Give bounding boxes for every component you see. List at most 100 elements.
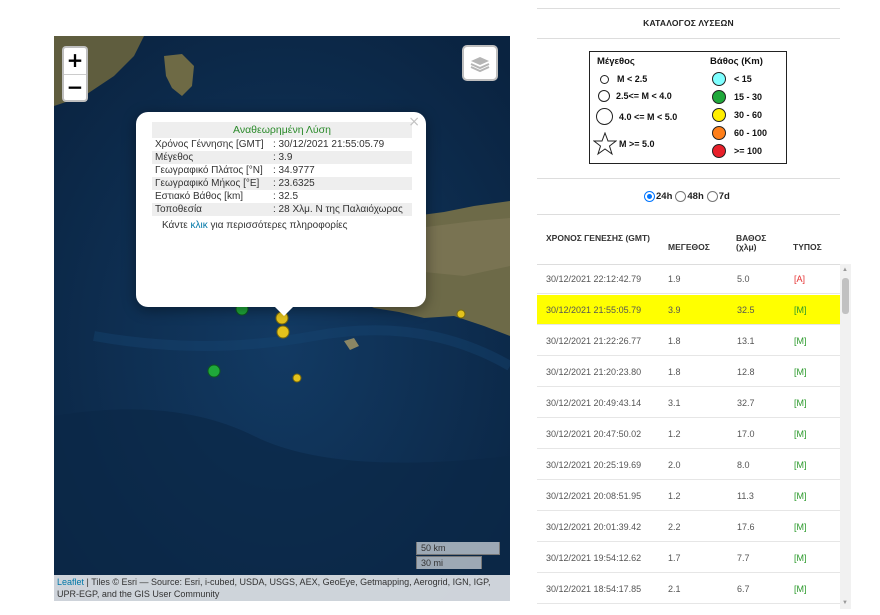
magnitude-circle-icon bbox=[596, 108, 613, 125]
popup-value: : 3.9 bbox=[270, 151, 412, 164]
cell-type: [M] bbox=[794, 429, 807, 439]
legend-mag-label: M >= 5.0 bbox=[619, 139, 655, 149]
more-prefix: Κάντε bbox=[162, 220, 191, 231]
cell-depth: 32.7 bbox=[737, 398, 755, 408]
zoom-in-button[interactable]: + bbox=[64, 48, 86, 74]
cell-depth: 17.0 bbox=[737, 429, 755, 439]
radio-24h[interactable] bbox=[644, 191, 655, 202]
catalog-title: ΚΑΤΑΛΟΓΟΣ ΛΥΣΕΩΝ bbox=[643, 18, 734, 28]
radio-7d[interactable] bbox=[706, 191, 718, 202]
layers-icon bbox=[470, 57, 490, 73]
map-attribution: Leaflet | Tiles © Esri — Source: Esri, i… bbox=[54, 575, 510, 601]
cell-magnitude: 2.2 bbox=[668, 522, 681, 532]
legend-depth-label: 30 - 60 bbox=[734, 110, 763, 120]
popup-details-table: Αναθεωρημένη Λύση Χρόνος Γέννησης [GMT]:… bbox=[152, 122, 412, 216]
popup-value: : 34.9777 bbox=[273, 165, 315, 176]
legend-mag-label: M < 2.5 bbox=[617, 74, 648, 84]
cell-type: [M] bbox=[794, 553, 807, 563]
table-row[interactable]: 30/12/2021 19:54:12.62 1.7 7.7 [M] bbox=[537, 543, 840, 573]
leaflet-link[interactable]: Leaflet bbox=[57, 577, 84, 587]
zoom-control: + − bbox=[62, 46, 88, 102]
catalog-panel: ΚΑΤΑΛΟΓΟΣ ΛΥΣΕΩΝ Μέγεθος Βάθος (Km) M < … bbox=[537, 0, 851, 615]
legend-mag-label: 4.0 <= M < 5.0 bbox=[619, 111, 678, 122]
cell-depth: 11.3 bbox=[737, 491, 754, 501]
cell-time: 30/12/2021 20:49:43.14 bbox=[546, 398, 642, 408]
magnitude-circle-icon bbox=[598, 90, 610, 102]
cell-type: [M] bbox=[794, 584, 807, 594]
popup-value: : 32.5 bbox=[273, 191, 299, 202]
cell-magnitude: 3.1 bbox=[668, 398, 681, 408]
scroll-up-icon[interactable]: ▲ bbox=[842, 267, 848, 273]
map-scale: 50 km 30 mi bbox=[416, 541, 500, 569]
cell-depth: 17.6 bbox=[737, 522, 755, 532]
popup-title: Αναθεωρημένη Λύση bbox=[152, 122, 412, 138]
popup-value: : 30/12/2021 21:55:05.79 bbox=[273, 139, 385, 150]
star-icon bbox=[593, 132, 617, 156]
divider bbox=[537, 8, 840, 9]
scale-km: 50 km bbox=[416, 542, 500, 555]
cell-time: 30/12/2021 21:20:23.80 bbox=[546, 367, 642, 377]
col-header-time: ΧΡΟΝΟΣ ΓΕΝΕΣΗΣ (GMT) bbox=[546, 233, 650, 243]
cell-time: 30/12/2021 19:54:12.62 bbox=[546, 553, 642, 563]
cell-depth: 5.0 bbox=[737, 274, 750, 284]
cell-time: 30/12/2021 18:54:17.85 bbox=[546, 584, 642, 594]
popup-label: Εστιακό Βάθος [km] bbox=[155, 191, 244, 202]
cell-type: [M] bbox=[794, 305, 807, 315]
cell-magnitude: 1.8 bbox=[668, 336, 681, 346]
radio-7d-label: 7d bbox=[718, 191, 730, 202]
scale-mi: 30 mi bbox=[416, 556, 482, 569]
magnitude-circle-icon bbox=[600, 74, 609, 84]
cell-type: [M] bbox=[794, 336, 807, 346]
cell-type: [M] bbox=[794, 460, 807, 470]
table-row[interactable]: 30/12/2021 20:01:39.42 2.2 17.6 [M] bbox=[537, 512, 840, 542]
cell-magnitude: 1.2 bbox=[668, 491, 681, 501]
layers-button[interactable] bbox=[462, 45, 498, 81]
depth-color-icon bbox=[712, 72, 726, 86]
depth-color-icon bbox=[712, 108, 726, 122]
legend-box: Μέγεθος Βάθος (Km) M < 2.5 2.5<= M < 4.0… bbox=[589, 51, 787, 164]
legend-depth-label: 60 - 100 bbox=[734, 128, 768, 138]
table-row[interactable]: 30/12/2021 20:49:43.14 3.1 32.7 [M] bbox=[537, 388, 840, 418]
table-row[interactable]: 30/12/2021 21:55:05.79 3.9 32.5 [M] bbox=[537, 295, 840, 325]
satellite-map[interactable]: + − × Αναθεωρημένη Λύση Χρόνος Γέννησης … bbox=[54, 36, 510, 601]
legend-depth-label: >= 100 bbox=[734, 146, 763, 156]
popup-close-icon[interactable]: × bbox=[408, 114, 420, 130]
legend-depth-header: Βάθος (Km) bbox=[710, 56, 763, 67]
cell-time: 30/12/2021 21:22:26.77 bbox=[546, 336, 642, 346]
depth-color-icon bbox=[712, 90, 726, 104]
scrollbar-thumb[interactable] bbox=[842, 278, 849, 314]
cell-time: 30/12/2021 20:25:19.69 bbox=[546, 460, 642, 470]
legend-depth-label: < 15 bbox=[734, 74, 752, 84]
cell-magnitude: 1.9 bbox=[668, 274, 681, 284]
table-row[interactable]: 30/12/2021 20:08:51.95 1.2 11.3 [M] bbox=[537, 481, 840, 511]
popup-more-info: Κάντε κλικ για περισσότερες πληροφορίες bbox=[152, 220, 412, 231]
table-row[interactable]: 30/12/2021 22:12:42.79 1.9 5.0 [A] bbox=[537, 264, 840, 294]
more-info-link[interactable]: κλικ bbox=[191, 220, 208, 231]
cell-time: 30/12/2021 20:08:51.95 bbox=[546, 491, 642, 501]
table-row[interactable]: 30/12/2021 20:47:50.02 1.2 17.0 [M] bbox=[537, 419, 840, 449]
legend-depth-label: 15 - 30 bbox=[734, 92, 763, 102]
table-row[interactable]: 30/12/2021 21:20:23.80 1.8 12.8 [M] bbox=[537, 357, 840, 387]
attribution-text: | Tiles © Esri — Source: Esri, i-cubed, … bbox=[57, 577, 491, 599]
cell-depth: 6.7 bbox=[737, 584, 750, 594]
cell-depth: 13.1 bbox=[737, 336, 755, 346]
popup-tip bbox=[275, 307, 293, 316]
cell-magnitude: 1.7 bbox=[668, 553, 681, 563]
cell-type: [M] bbox=[794, 398, 807, 408]
cell-time: 30/12/2021 20:47:50.02 bbox=[546, 429, 642, 439]
legend-magnitude-header: Μέγεθος bbox=[597, 56, 635, 67]
table-row[interactable]: 30/12/2021 21:22:26.77 1.8 13.1 [M] bbox=[537, 326, 840, 356]
radio-48h-label: 48h bbox=[687, 191, 704, 202]
table-row[interactable]: 30/12/2021 18:54:17.85 2.1 6.7 [M] bbox=[537, 574, 840, 604]
zoom-out-button[interactable]: − bbox=[64, 74, 86, 100]
period-selector: 24h 48h 7d bbox=[641, 191, 730, 202]
depth-color-icon bbox=[712, 126, 726, 140]
table-scrollbar[interactable]: ▲ ▼ bbox=[840, 264, 851, 609]
cell-time: 30/12/2021 22:12:42.79 bbox=[546, 274, 642, 284]
cell-type: [M] bbox=[794, 367, 807, 377]
popup-label: Τοποθεσία bbox=[152, 203, 270, 216]
table-row[interactable]: 30/12/2021 20:25:19.69 2.0 8.0 [M] bbox=[537, 450, 840, 480]
radio-48h[interactable] bbox=[675, 191, 687, 202]
cell-time: 30/12/2021 21:55:05.79 bbox=[546, 305, 642, 315]
scroll-down-icon[interactable]: ▼ bbox=[842, 600, 848, 606]
